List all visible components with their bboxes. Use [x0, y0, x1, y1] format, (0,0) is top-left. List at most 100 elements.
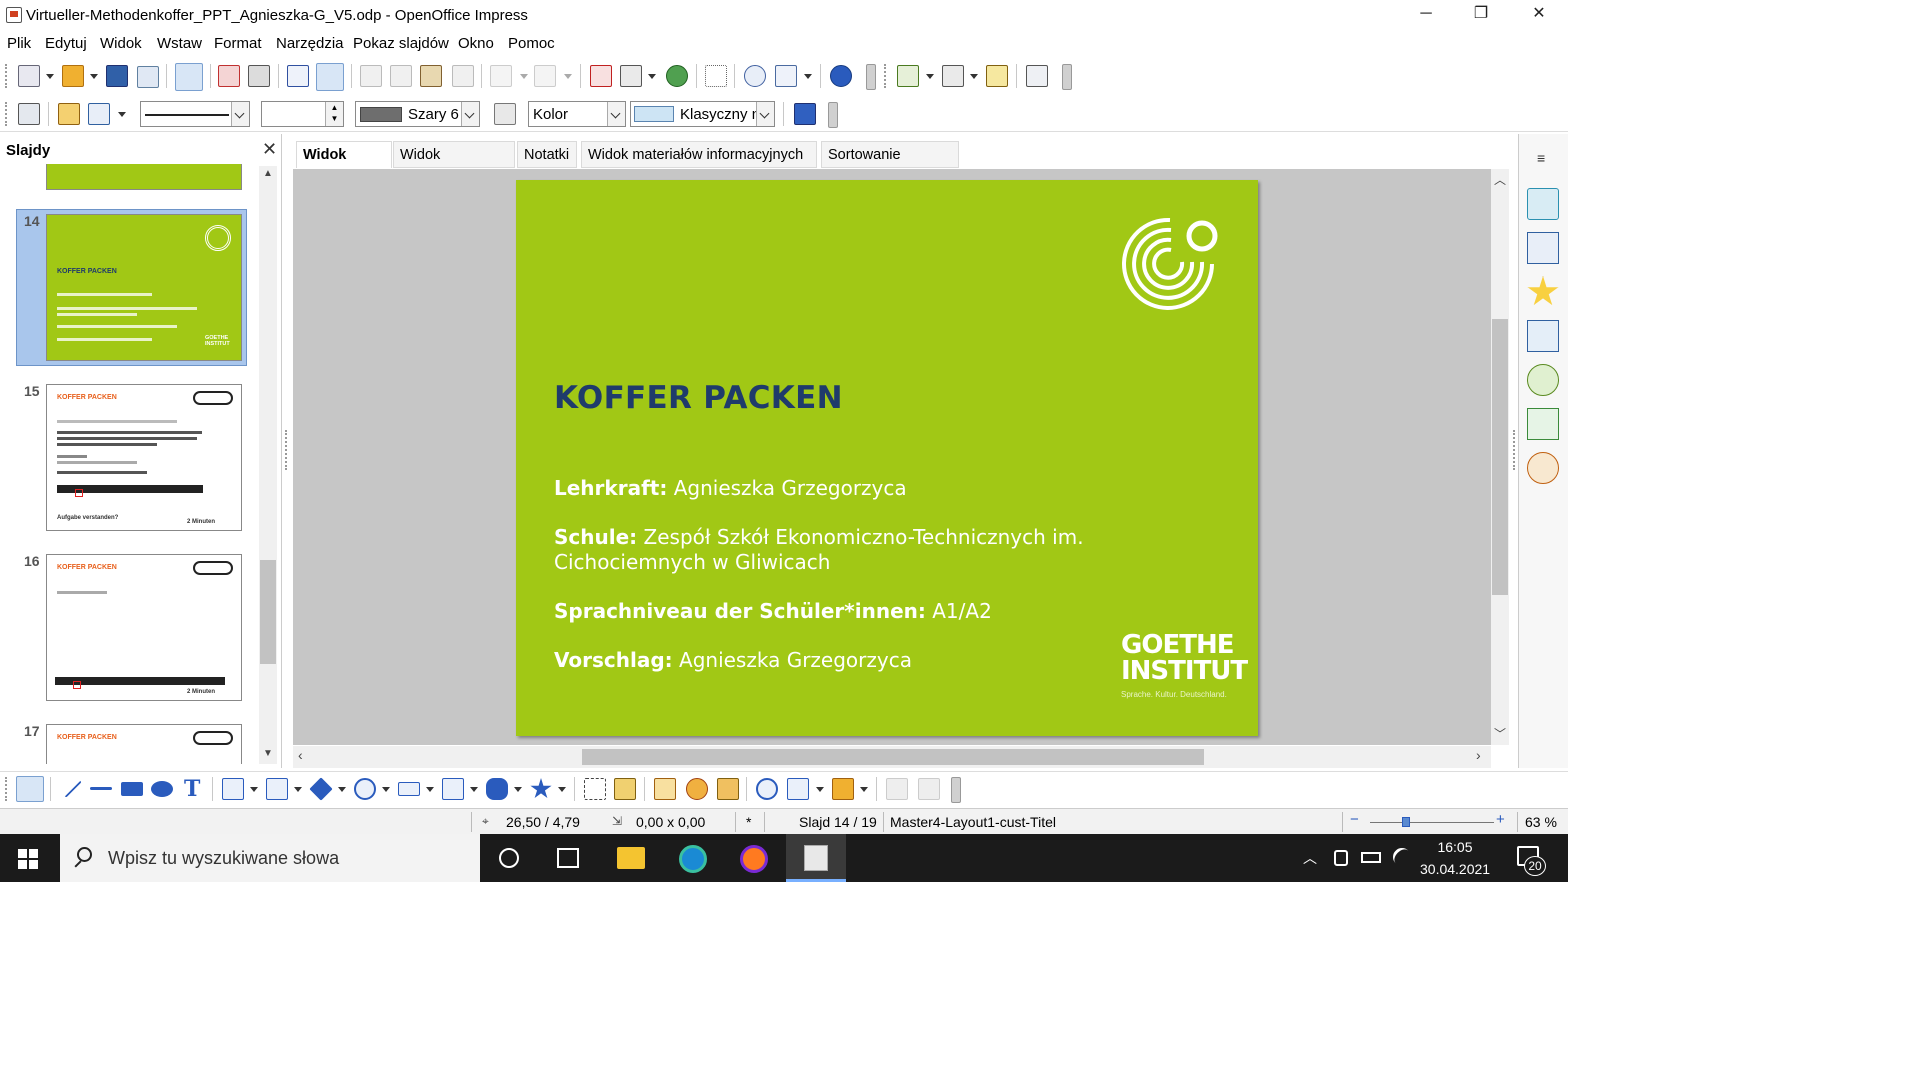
curve-tool-icon[interactable] [222, 778, 244, 800]
cut-icon[interactable] [360, 65, 382, 87]
slides-panel-scrollbar[interactable]: ▲ ▼ [259, 166, 277, 764]
line-color-select[interactable]: Szary 6 [355, 101, 480, 127]
cortana-icon[interactable] [499, 848, 519, 868]
menu-wstaw[interactable]: Wstaw [157, 35, 202, 52]
file-explorer-icon[interactable] [617, 847, 645, 869]
line-width-spinner[interactable]: ▲ ▼ [261, 101, 344, 127]
edit-file-icon[interactable] [175, 63, 203, 91]
slide-show-icon[interactable] [1026, 65, 1048, 87]
copy-icon[interactable] [390, 65, 412, 87]
workarea-hscrollbar[interactable]: ‹ › [293, 746, 1491, 768]
toolbar-overflow-icon[interactable] [866, 64, 876, 90]
tab-slide-sorter[interactable]: Sortowanie slajdów [821, 141, 959, 190]
chart-icon[interactable] [590, 65, 612, 87]
windows-start-icon[interactable] [18, 849, 38, 869]
line-icon[interactable] [58, 103, 80, 125]
zoom-slider-track[interactable] [1370, 822, 1494, 823]
basic-shapes-icon[interactable] [309, 777, 333, 801]
tab-slide-view[interactable]: Widok slajdu [296, 141, 392, 190]
scroll-down-icon[interactable]: ▼ [263, 748, 273, 759]
meet-now-icon[interactable] [1334, 850, 1348, 866]
area-fill-icon[interactable] [494, 103, 516, 125]
text-tool-icon[interactable]: T [184, 776, 200, 802]
connector-tool-icon[interactable] [266, 778, 288, 800]
slide-thumbnail-13[interactable] [46, 164, 242, 190]
workarea-hscroll-thumb[interactable] [582, 749, 1204, 765]
menu-edytuj[interactable]: Edytuj [45, 35, 87, 52]
toolbar-overflow-icon-2[interactable] [1062, 64, 1072, 90]
close-window-button[interactable]: ✕ [1510, 0, 1568, 30]
edge-browser-icon[interactable] [679, 845, 707, 873]
slide-layout-icon[interactable] [942, 65, 964, 87]
openoffice-taskbar-button[interactable] [786, 834, 846, 882]
arrange-icon[interactable] [832, 778, 854, 800]
line-style-select[interactable] [140, 101, 250, 127]
slides-panel-scroll-thumb[interactable] [260, 560, 276, 664]
rotate-icon[interactable] [756, 778, 778, 800]
slide-transition-icon[interactable] [1527, 320, 1559, 352]
menu-widok[interactable]: Widok [100, 35, 142, 52]
zoom-out-icon[interactable]: − [1350, 811, 1359, 828]
slide-thumbnail-14[interactable]: KOFFER PACKEN GOETHE INSTITUT [46, 214, 242, 361]
properties-icon[interactable] [1527, 188, 1559, 220]
shadow-icon[interactable] [794, 103, 816, 125]
taskbar-date[interactable]: 30.04.2021 [1420, 861, 1490, 877]
zoom-level[interactable]: 63 % [1525, 814, 1557, 830]
vscroll-up-icon[interactable]: ︿ [1494, 171, 1506, 188]
arrow-style-icon[interactable] [88, 103, 110, 125]
workarea-vscrollbar[interactable]: ︿ ﹀ [1491, 169, 1509, 745]
alignment-icon[interactable] [787, 778, 809, 800]
open-folder-icon[interactable] [62, 65, 84, 87]
slide-canvas[interactable]: KOFFER PACKEN Lehrkraft: Agnieszka Grzeg… [516, 180, 1258, 736]
email-icon[interactable] [137, 66, 159, 88]
rectangle-tool-icon[interactable] [121, 782, 143, 796]
menu-okno[interactable]: Okno [458, 35, 494, 52]
area-fill-select[interactable]: Klasyczny n [630, 101, 775, 127]
tab-outline-view[interactable]: Widok konspektu [393, 141, 515, 190]
stars-icon[interactable] [530, 778, 552, 799]
wifi-icon[interactable] [1389, 844, 1415, 870]
hscroll-left-icon[interactable]: ‹ [298, 747, 303, 763]
hscroll-right-icon[interactable]: › [1476, 747, 1481, 763]
clone-formatting-icon[interactable] [452, 65, 474, 87]
export-pdf-icon[interactable] [218, 65, 240, 87]
print-icon[interactable] [248, 65, 270, 87]
block-arrows-icon[interactable] [398, 782, 420, 796]
fontwork-icon[interactable] [654, 778, 676, 800]
slide-thumbnail-16[interactable]: KOFFER PACKEN 2 Minuten [46, 554, 242, 701]
close-panel-icon[interactable]: ✕ [262, 139, 277, 160]
save-icon[interactable] [106, 65, 128, 87]
workarea-vscroll-thumb[interactable] [1492, 319, 1508, 595]
tab-handout-view[interactable]: Widok materiałów informacyjnych [581, 141, 817, 168]
tab-notes-view[interactable]: Notatki [517, 141, 577, 168]
interaction-icon[interactable] [918, 778, 940, 800]
callouts-icon[interactable] [486, 778, 508, 800]
from-file-icon[interactable] [686, 778, 708, 800]
taskbar-time[interactable]: 16:05 [1422, 839, 1488, 855]
panel-splitter-left[interactable] [285, 430, 288, 470]
zoom-icon[interactable] [775, 65, 797, 87]
undo-icon[interactable] [490, 65, 512, 87]
line-arrow-tool-icon[interactable] [90, 787, 112, 790]
tray-chevron-icon[interactable]: ︿ [1303, 848, 1317, 868]
menu-pokaz-slajdow[interactable]: Pokaz slajdów [353, 35, 449, 52]
ellipse-tool-icon[interactable] [151, 781, 173, 797]
select-arrow-icon[interactable] [16, 776, 44, 802]
slide-design-icon[interactable] [986, 65, 1008, 87]
scroll-up-icon[interactable]: ▲ [263, 168, 273, 179]
navigator-icon[interactable] [744, 65, 766, 87]
area-style-select[interactable]: Kolor [528, 101, 626, 127]
zoom-in-icon[interactable]: + [1496, 811, 1505, 828]
toolbar-overflow-icon-3[interactable] [828, 102, 838, 128]
minimize-button[interactable]: ─ [1397, 0, 1455, 30]
extrusion-icon[interactable] [886, 778, 908, 800]
menu-pomoc[interactable]: Pomoc [508, 35, 555, 52]
display-grid-icon[interactable] [666, 65, 688, 87]
maximize-button[interactable]: ❐ [1452, 0, 1510, 30]
styles-icon[interactable] [1527, 364, 1559, 396]
spellcheck-icon[interactable] [287, 65, 309, 87]
new-document-icon[interactable] [18, 65, 40, 87]
glue-points-icon[interactable] [614, 778, 636, 800]
toolbar-overflow-icon-4[interactable] [951, 777, 961, 803]
vscroll-down-icon[interactable]: ﹀ [1494, 725, 1506, 742]
